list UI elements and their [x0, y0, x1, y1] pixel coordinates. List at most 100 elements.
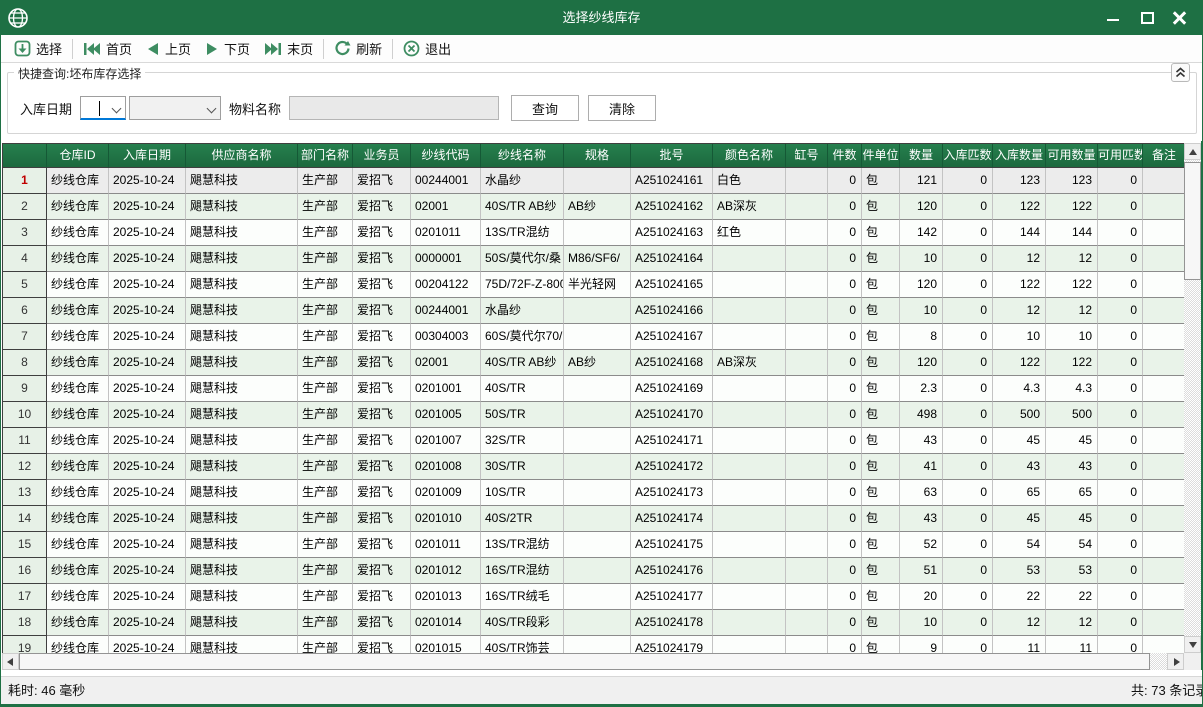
- cell[interactable]: 12: [1046, 610, 1098, 636]
- cell[interactable]: [786, 168, 828, 194]
- table-row[interactable]: 11纱线仓库2025-10-24飓慧科技生产部爱招飞020100732S/TRA…: [3, 428, 1184, 454]
- search-button[interactable]: 查询: [511, 95, 579, 121]
- cell[interactable]: 0: [943, 298, 993, 324]
- cell[interactable]: 爱招飞: [353, 168, 411, 194]
- cell[interactable]: [713, 376, 786, 402]
- cell[interactable]: 00304003: [411, 324, 481, 350]
- cell[interactable]: 纱线仓库: [47, 272, 109, 298]
- table-row[interactable]: 2纱线仓库2025-10-24飓慧科技生产部爱招飞0200140S/TR AB纱…: [3, 194, 1184, 220]
- cell[interactable]: [1143, 194, 1184, 220]
- next-page-button[interactable]: 下页: [198, 37, 257, 61]
- cell[interactable]: 2025-10-24: [109, 168, 186, 194]
- cell[interactable]: 飓慧科技: [186, 428, 298, 454]
- cell[interactable]: 水晶纱: [481, 298, 564, 324]
- cell[interactable]: 包: [862, 558, 900, 584]
- cell[interactable]: [564, 428, 631, 454]
- last-page-button[interactable]: 末页: [257, 37, 320, 61]
- row-number[interactable]: 19: [3, 636, 47, 654]
- cell[interactable]: 2025-10-24: [109, 194, 186, 220]
- cell[interactable]: 飓慧科技: [186, 220, 298, 246]
- cell[interactable]: [713, 402, 786, 428]
- cell[interactable]: 22: [993, 584, 1046, 610]
- cell[interactable]: [713, 324, 786, 350]
- cell[interactable]: 0: [943, 428, 993, 454]
- cell[interactable]: 生产部: [298, 454, 353, 480]
- row-number[interactable]: 7: [3, 324, 47, 350]
- cell[interactable]: [786, 584, 828, 610]
- cell[interactable]: 0201011: [411, 532, 481, 558]
- cell[interactable]: 0: [943, 610, 993, 636]
- cell[interactable]: 0201010: [411, 506, 481, 532]
- row-number[interactable]: 1: [3, 168, 47, 194]
- cell[interactable]: [713, 454, 786, 480]
- cell[interactable]: [786, 350, 828, 376]
- cell[interactable]: 0: [943, 402, 993, 428]
- cell[interactable]: 40S/TR: [481, 376, 564, 402]
- minimize-button[interactable]: [1098, 0, 1128, 35]
- cell[interactable]: 51: [900, 558, 943, 584]
- cell[interactable]: 0201009: [411, 480, 481, 506]
- cell[interactable]: 0: [1098, 324, 1143, 350]
- column-header[interactable]: 纱线代码: [411, 144, 481, 168]
- cell[interactable]: 9: [900, 636, 943, 654]
- cell[interactable]: 0: [943, 272, 993, 298]
- cell[interactable]: [786, 532, 828, 558]
- cell[interactable]: 包: [862, 428, 900, 454]
- cell[interactable]: 2025-10-24: [109, 428, 186, 454]
- cell[interactable]: 2025-10-24: [109, 480, 186, 506]
- cell[interactable]: A251024168: [631, 350, 713, 376]
- cell[interactable]: 包: [862, 272, 900, 298]
- cell[interactable]: [713, 558, 786, 584]
- cell[interactable]: 爱招飞: [353, 454, 411, 480]
- cell[interactable]: 0201011: [411, 220, 481, 246]
- cell[interactable]: [1143, 532, 1184, 558]
- cell[interactable]: 54: [993, 532, 1046, 558]
- cell[interactable]: 纱线仓库: [47, 480, 109, 506]
- cell[interactable]: [713, 480, 786, 506]
- column-header[interactable]: 件单位: [862, 144, 900, 168]
- cell[interactable]: 16S/TR混纺: [481, 558, 564, 584]
- cell[interactable]: 飓慧科技: [186, 506, 298, 532]
- cell[interactable]: 63: [900, 480, 943, 506]
- cell[interactable]: [786, 194, 828, 220]
- cell[interactable]: A251024178: [631, 610, 713, 636]
- row-number[interactable]: 12: [3, 454, 47, 480]
- cell[interactable]: [1143, 558, 1184, 584]
- material-name-input[interactable]: [289, 96, 499, 120]
- column-header[interactable]: 入库数量: [993, 144, 1046, 168]
- cell[interactable]: 包: [862, 402, 900, 428]
- cell[interactable]: 生产部: [298, 428, 353, 454]
- cell[interactable]: 122: [993, 350, 1046, 376]
- cell[interactable]: [1143, 584, 1184, 610]
- cell[interactable]: 144: [993, 220, 1046, 246]
- table-row[interactable]: 6纱线仓库2025-10-24飓慧科技生产部爱招飞00244001水晶纱A251…: [3, 298, 1184, 324]
- cell[interactable]: 生产部: [298, 584, 353, 610]
- cell[interactable]: 122: [993, 194, 1046, 220]
- cell[interactable]: 45: [993, 428, 1046, 454]
- cell[interactable]: [564, 636, 631, 654]
- cell[interactable]: 11: [1046, 636, 1098, 654]
- cell[interactable]: 0: [1098, 194, 1143, 220]
- cell[interactable]: A251024177: [631, 584, 713, 610]
- cell[interactable]: 半光轻网: [564, 272, 631, 298]
- cell[interactable]: 60S/莫代尔70/: [481, 324, 564, 350]
- cell[interactable]: A251024170: [631, 402, 713, 428]
- cell[interactable]: 生产部: [298, 480, 353, 506]
- cell[interactable]: A251024167: [631, 324, 713, 350]
- cell[interactable]: [786, 324, 828, 350]
- cell[interactable]: [1143, 298, 1184, 324]
- cell[interactable]: [713, 532, 786, 558]
- cell[interactable]: 121: [900, 168, 943, 194]
- cell[interactable]: 0: [1098, 480, 1143, 506]
- clear-button[interactable]: 清除: [588, 95, 656, 121]
- cell[interactable]: 飓慧科技: [186, 350, 298, 376]
- cell[interactable]: 飓慧科技: [186, 246, 298, 272]
- cell[interactable]: 30S/TR: [481, 454, 564, 480]
- vertical-scrollbar-thumb[interactable]: [1184, 162, 1201, 280]
- cell[interactable]: A251024175: [631, 532, 713, 558]
- cell[interactable]: 0: [1098, 636, 1143, 654]
- cell[interactable]: [786, 480, 828, 506]
- cell[interactable]: 2025-10-24: [109, 532, 186, 558]
- cell[interactable]: 0: [828, 532, 862, 558]
- cell[interactable]: [786, 402, 828, 428]
